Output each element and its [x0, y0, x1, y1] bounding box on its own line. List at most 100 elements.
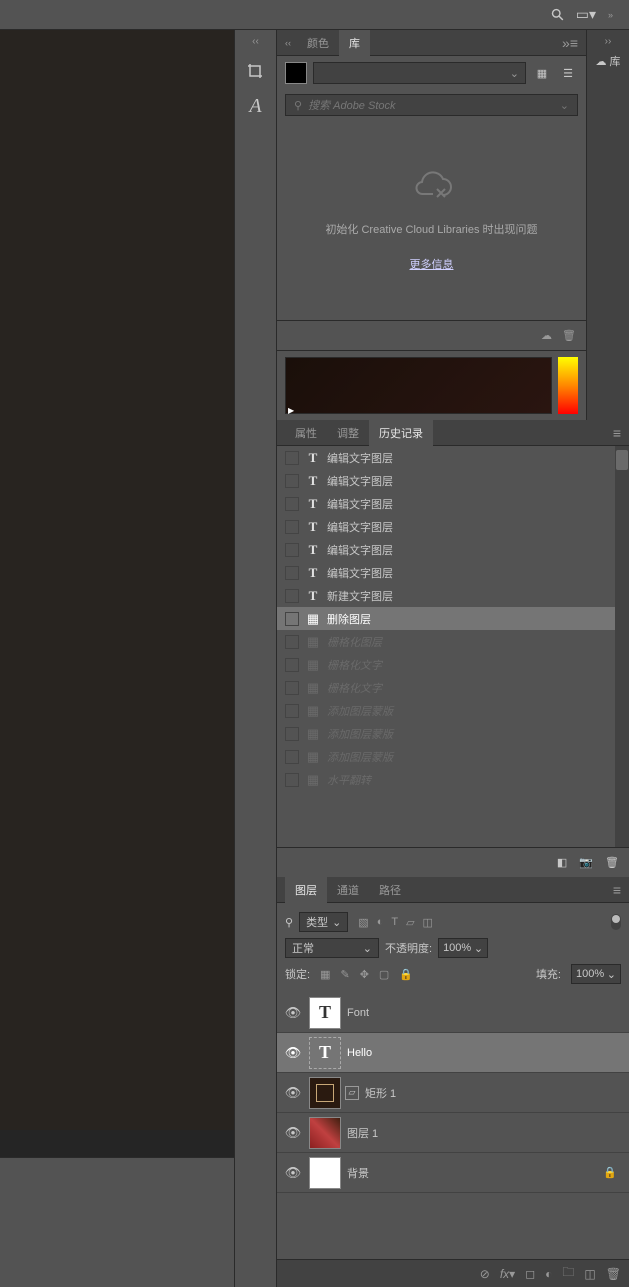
filter-shape-icon[interactable]: ▱	[406, 916, 414, 929]
fill-input[interactable]: 100% ⌄	[571, 964, 621, 984]
layer-visibility-icon[interactable]: 👁	[283, 1125, 303, 1141]
tab-properties[interactable]: 属性	[285, 420, 327, 446]
history-item[interactable]: T编辑文字图层	[277, 515, 629, 538]
tab-library[interactable]: 库	[339, 30, 370, 56]
snapshot-icon[interactable]: 📷	[579, 856, 593, 869]
layer-thumbnail[interactable]	[309, 1077, 341, 1109]
history-scrollbar[interactable]	[615, 446, 629, 847]
library-dropdown[interactable]: ⌄	[313, 62, 526, 84]
collapse-icon[interactable]: »	[608, 10, 619, 20]
layer-thumbnail[interactable]: T	[309, 997, 341, 1029]
history-item[interactable]: ▦添加图层蒙版	[277, 745, 629, 768]
layer-fx-icon[interactable]: fx▾	[500, 1267, 515, 1281]
history-state-checkbox[interactable]	[285, 635, 299, 649]
filter-adjustment-icon[interactable]: ◐	[377, 916, 384, 929]
layer-thumbnail[interactable]	[309, 1117, 341, 1149]
adjustment-layer-icon[interactable]: ◐	[545, 1267, 552, 1281]
history-item[interactable]: ▦添加图层蒙版	[277, 699, 629, 722]
cloud-icon[interactable]: ☁	[541, 329, 552, 342]
collapse-icon[interactable]: ‹‹	[285, 38, 297, 48]
tab-layers[interactable]: 图层	[285, 877, 327, 903]
history-state-checkbox[interactable]	[285, 750, 299, 764]
history-state-checkbox[interactable]	[285, 451, 299, 465]
history-state-checkbox[interactable]	[285, 704, 299, 718]
lock-paint-icon[interactable]: ✎	[340, 968, 349, 981]
layer-thumbnail[interactable]	[309, 1157, 341, 1189]
layer-item[interactable]: 👁背景🔒	[277, 1153, 629, 1193]
filter-toggle[interactable]	[611, 914, 621, 930]
more-info-link[interactable]: 更多信息	[410, 256, 454, 272]
layer-visibility-icon[interactable]: 👁	[283, 1045, 303, 1061]
layer-item[interactable]: 👁图层 1	[277, 1113, 629, 1153]
history-state-checkbox[interactable]	[285, 773, 299, 787]
filter-pixel-icon[interactable]: ▧	[358, 916, 368, 929]
history-item[interactable]: ▦水平翻转	[277, 768, 629, 791]
tab-paths[interactable]: 路径	[369, 877, 411, 903]
history-item[interactable]: ▦添加图层蒙版	[277, 722, 629, 745]
new-doc-from-state-icon[interactable]: ◧	[557, 856, 567, 869]
type-tool-icon[interactable]: A	[241, 91, 271, 121]
link-layers-icon[interactable]: ⊘	[480, 1267, 490, 1281]
history-state-checkbox[interactable]	[285, 589, 299, 603]
lock-position-icon[interactable]: ✥	[360, 968, 369, 981]
layer-mask-icon[interactable]: ◻	[525, 1267, 535, 1281]
filter-smart-icon[interactable]: ◫	[423, 916, 433, 929]
lock-all-icon[interactable]: 🔒	[399, 968, 413, 981]
filter-type-icon[interactable]: T	[391, 916, 398, 929]
layer-item[interactable]: 👁TFont	[277, 993, 629, 1033]
list-view-icon[interactable]: ☰	[558, 63, 578, 83]
history-state-checkbox[interactable]	[285, 566, 299, 580]
layer-item[interactable]: 👁▱矩形 1	[277, 1073, 629, 1113]
layer-visibility-icon[interactable]: 👁	[283, 1165, 303, 1181]
layer-visibility-icon[interactable]: 👁	[283, 1085, 303, 1101]
history-state-checkbox[interactable]	[285, 543, 299, 557]
trash-icon[interactable]: 🗑	[605, 856, 619, 869]
collapse-left-icon[interactable]: ‹‹	[252, 36, 259, 47]
blend-mode-dropdown[interactable]: 正常 ⌄	[285, 938, 379, 958]
trash-icon[interactable]: 🗑	[562, 329, 576, 342]
opacity-input[interactable]: 100% ⌄	[438, 938, 488, 958]
stock-search-input[interactable]: ⚲ 搜索 Adobe Stock ⌄	[285, 94, 578, 116]
layer-group-icon[interactable]: 🗀	[562, 1263, 574, 1284]
history-state-checkbox[interactable]	[285, 658, 299, 672]
document-canvas[interactable]	[0, 30, 234, 1130]
layer-item[interactable]: 👁THello	[277, 1033, 629, 1073]
history-item[interactable]: T新建文字图层	[277, 584, 629, 607]
panel-menu-icon[interactable]: ≡	[613, 882, 621, 898]
history-state-checkbox[interactable]	[285, 474, 299, 488]
lock-transparency-icon[interactable]: ▦	[320, 968, 330, 981]
history-state-checkbox[interactable]	[285, 520, 299, 534]
history-item[interactable]: T编辑文字图层	[277, 538, 629, 561]
grid-view-icon[interactable]: ▦	[532, 63, 552, 83]
history-item[interactable]: ▦删除图层	[277, 607, 629, 630]
layer-thumbnail[interactable]: T	[309, 1037, 341, 1069]
lock-artboard-icon[interactable]: ▢	[379, 968, 389, 981]
layer-filter-dropdown[interactable]: 类型 ⌄	[299, 912, 348, 932]
preview-thumbnail[interactable]	[285, 357, 552, 414]
tab-history[interactable]: 历史记录	[369, 420, 433, 446]
new-layer-icon[interactable]: ◫	[584, 1267, 595, 1281]
cc-libraries-button[interactable]: ☁ 库	[596, 53, 621, 69]
workspace-switcher[interactable]: ▭▾	[576, 6, 596, 23]
history-state-checkbox[interactable]	[285, 497, 299, 511]
delete-layer-icon[interactable]: 🗑	[606, 1267, 621, 1281]
tab-color[interactable]: 颜色	[297, 30, 339, 56]
tab-adjustments[interactable]: 调整	[327, 420, 369, 446]
history-item[interactable]: T编辑文字图层	[277, 561, 629, 584]
lock-icon[interactable]: 🔒	[603, 1166, 623, 1179]
history-item[interactable]: ▦栅格化文字	[277, 676, 629, 699]
tab-channels[interactable]: 通道	[327, 877, 369, 903]
foreground-swatch[interactable]	[285, 62, 307, 84]
history-item[interactable]: ▦栅格化文字	[277, 653, 629, 676]
crop-tool-icon[interactable]	[241, 57, 271, 87]
panel-menu-icon[interactable]: ≡	[613, 425, 621, 441]
panel-menu-icon[interactable]: »≡	[562, 35, 578, 51]
history-item[interactable]: T编辑文字图层	[277, 492, 629, 515]
gradient-preview[interactable]	[558, 357, 578, 414]
chevron-down-icon[interactable]: ⌄	[560, 99, 569, 112]
history-state-checkbox[interactable]	[285, 727, 299, 741]
history-state-checkbox[interactable]	[285, 612, 299, 626]
collapse-right-icon[interactable]: ››	[605, 36, 612, 47]
history-state-checkbox[interactable]	[285, 681, 299, 695]
history-item[interactable]: T编辑文字图层	[277, 469, 629, 492]
